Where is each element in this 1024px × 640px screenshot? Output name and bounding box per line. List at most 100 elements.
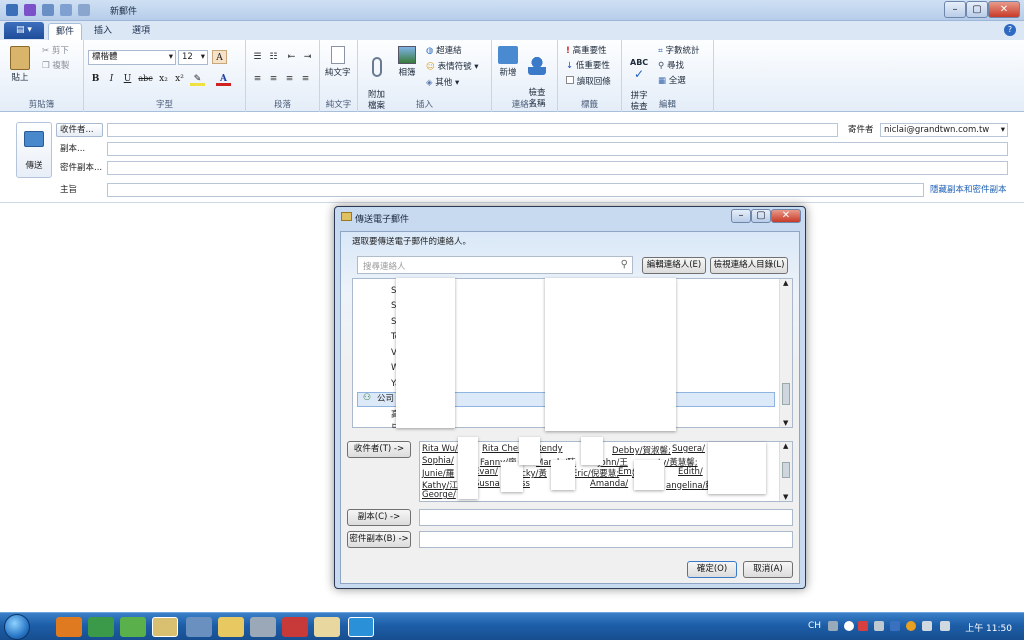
- recipient-entry[interactable]: Rita Cher: [482, 444, 522, 454]
- folder-icon[interactable]: [218, 617, 244, 637]
- align-center-icon[interactable]: ≡: [266, 72, 281, 86]
- scroll-up-icon[interactable]: ▲: [783, 442, 788, 450]
- system-clock[interactable]: 上午 11:50: [965, 621, 1012, 634]
- from-select[interactable]: niclai@grandtwn.com.tw ▾: [880, 123, 1008, 137]
- recipient-entry[interactable]: Rita Wu/: [422, 444, 458, 454]
- other-insert-button[interactable]: ◈ 其他 ▾: [426, 78, 459, 89]
- status-tray-icon[interactable]: [906, 621, 916, 631]
- italic-button[interactable]: I: [104, 72, 119, 86]
- undo-icon[interactable]: [42, 4, 54, 16]
- photo-album-button[interactable]: 相簿: [398, 46, 416, 79]
- cc-recipients-field[interactable]: [419, 509, 793, 526]
- recipient-entry[interactable]: Edith/: [678, 467, 703, 477]
- ok-button[interactable]: 確定(O): [687, 561, 737, 578]
- start-button[interactable]: [4, 614, 30, 640]
- tab-insert[interactable]: 插入: [86, 23, 120, 40]
- recipient-entry[interactable]: George/: [422, 490, 456, 500]
- add-contact-button[interactable]: 新增: [498, 46, 518, 79]
- bcc-recipients-field[interactable]: [419, 531, 793, 548]
- high-importance-button[interactable]: ! 高重要性: [566, 46, 607, 57]
- superscript-button[interactable]: x²: [172, 72, 187, 86]
- user-tray-icon[interactable]: [890, 621, 900, 631]
- bullet-list-icon[interactable]: ☰: [250, 50, 265, 64]
- input-language[interactable]: CH: [808, 621, 821, 631]
- cut-button[interactable]: ✂ 剪下: [42, 46, 69, 57]
- recipient-entry[interactable]: Debby/賀淑馨;: [612, 444, 671, 456]
- settings-tray-icon[interactable]: [874, 621, 884, 631]
- hide-cc-bcc-link[interactable]: 隱藏副本和密件副本: [930, 184, 1007, 196]
- alert-icon[interactable]: [858, 621, 868, 631]
- read-receipt-checkbox[interactable]: 讀取回條: [566, 76, 611, 88]
- send-button[interactable]: 傳送: [16, 122, 52, 178]
- subject-field[interactable]: [107, 183, 924, 197]
- to-add-button[interactable]: 收件者(T) ->: [347, 441, 411, 458]
- maximize-button[interactable]: ▢: [966, 1, 988, 18]
- skype-icon[interactable]: [348, 617, 374, 637]
- increase-indent-icon[interactable]: ⇥: [300, 50, 315, 64]
- font-size-select[interactable]: 12 ▾: [178, 50, 208, 65]
- copy-button[interactable]: ❐ 複製: [42, 61, 69, 72]
- save-icon[interactable]: [24, 4, 36, 16]
- decrease-indent-icon[interactable]: ⇤: [284, 50, 299, 64]
- font-color-button[interactable]: A: [216, 72, 231, 86]
- firefox-icon[interactable]: [56, 617, 82, 637]
- numbered-list-icon[interactable]: ☷: [266, 50, 281, 64]
- paste-button[interactable]: 貼上: [10, 46, 30, 84]
- cc-field[interactable]: [107, 142, 1008, 156]
- network-app-icon[interactable]: [186, 617, 212, 637]
- view-directory-button[interactable]: 檢視連絡人目錄(L): [710, 257, 788, 274]
- volume-icon[interactable]: [940, 621, 950, 631]
- dialog-close-button[interactable]: ✕: [771, 209, 801, 223]
- network-tray-icon[interactable]: [922, 621, 932, 631]
- bcc-add-button[interactable]: 密件副本(B) ->: [347, 531, 411, 548]
- find-button[interactable]: ⚲ 尋找: [658, 61, 684, 72]
- outlook-taskbar-icon[interactable]: [152, 617, 178, 637]
- help-icon[interactable]: ?: [1004, 24, 1016, 36]
- scrollbar-thumb[interactable]: [782, 462, 790, 478]
- to-button[interactable]: 收件者...: [56, 123, 103, 137]
- help-tray-icon[interactable]: [844, 621, 854, 631]
- recipient-entry[interactable]: Em: [618, 467, 632, 477]
- select-all-button[interactable]: ▦ 全選: [658, 76, 686, 87]
- scrollbar-thumb[interactable]: [782, 383, 790, 405]
- recipient-entry[interactable]: Sophia/: [422, 456, 454, 466]
- scroll-up-icon[interactable]: ▲: [783, 279, 788, 287]
- contact-search-input[interactable]: 搜尋連絡人 ⚲: [357, 256, 633, 274]
- notes-icon[interactable]: [314, 617, 340, 637]
- word-count-button[interactable]: ⌗ 字數統計: [658, 46, 700, 57]
- scroll-down-icon[interactable]: ▼: [783, 493, 788, 501]
- emoticon-button[interactable]: ☺ 表情符號 ▾: [426, 62, 479, 73]
- arrow-up-icon[interactable]: [78, 4, 90, 16]
- recipients-scrollbar[interactable]: ▲ ▼: [779, 442, 792, 501]
- plaintext-button[interactable]: 純文字: [325, 46, 351, 79]
- media-icon[interactable]: [282, 617, 308, 637]
- dialog-maximize-button[interactable]: ▢: [751, 209, 771, 223]
- subscript-button[interactable]: x₂: [156, 72, 171, 86]
- align-right-icon[interactable]: ≡: [282, 72, 297, 86]
- tab-options[interactable]: 選項: [124, 23, 158, 40]
- minimize-button[interactable]: –: [944, 1, 966, 18]
- scroll-down-icon[interactable]: ▼: [783, 419, 788, 427]
- tools-icon[interactable]: [250, 617, 276, 637]
- strikethrough-button[interactable]: abc: [138, 72, 153, 86]
- clear-format-icon[interactable]: A: [212, 50, 227, 64]
- recipient-entry[interactable]: Eric/倪要慧;: [572, 467, 619, 479]
- hyperlink-button[interactable]: ◍ 超連結: [426, 46, 462, 57]
- chrome-icon[interactable]: [88, 617, 114, 637]
- underline-button[interactable]: U: [120, 72, 135, 86]
- recipient-entry[interactable]: angelina/賴: [666, 479, 714, 491]
- bcc-field[interactable]: [107, 161, 1008, 175]
- edit-contacts-button[interactable]: 編輯連絡人(E): [642, 257, 706, 274]
- bold-button[interactable]: B: [88, 72, 103, 86]
- low-importance-button[interactable]: ↓ 低重要性: [566, 61, 610, 72]
- close-button[interactable]: ✕: [988, 1, 1020, 18]
- to-field[interactable]: [107, 123, 838, 137]
- highlight-icon[interactable]: ✎: [190, 72, 205, 86]
- redo-icon[interactable]: [60, 4, 72, 16]
- cc-add-button[interactable]: 副本(C) ->: [347, 509, 411, 526]
- recipient-entry[interactable]: Kathy/江: [422, 479, 458, 491]
- app-icon[interactable]: [120, 617, 146, 637]
- recipient-entry[interactable]: Amanda/: [590, 479, 628, 489]
- tab-message[interactable]: 郵件: [48, 23, 82, 40]
- file-menu-button[interactable]: ▤ ▾: [4, 22, 44, 39]
